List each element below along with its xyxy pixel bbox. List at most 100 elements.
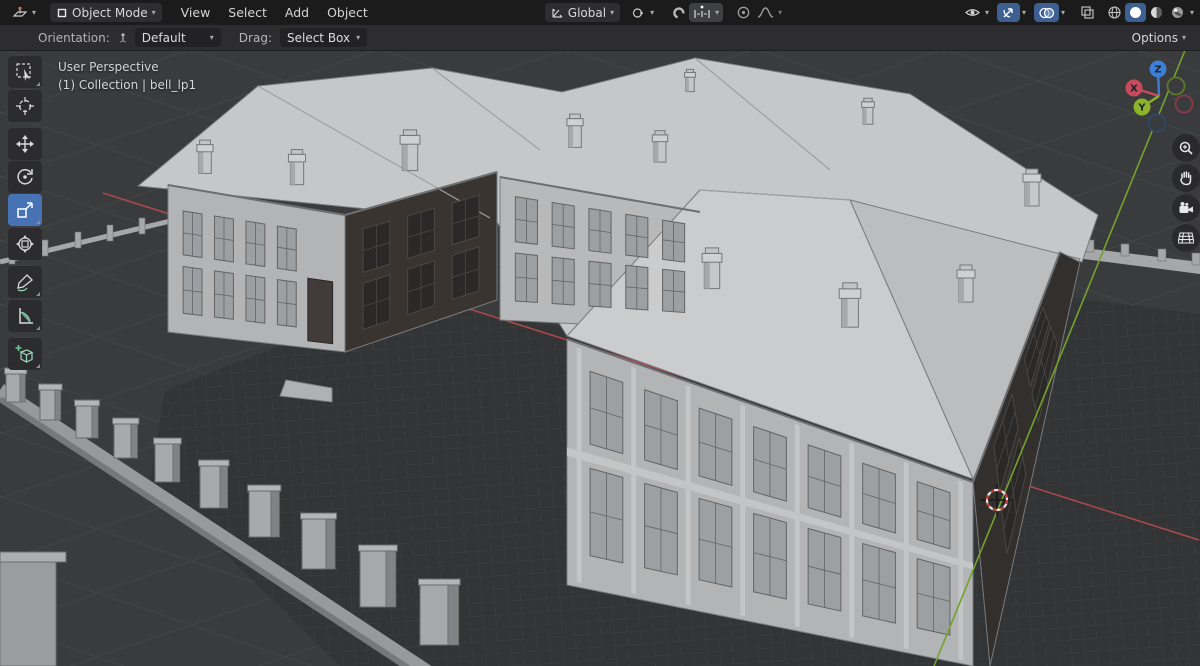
shading-rendered-button[interactable] <box>1167 3 1188 22</box>
ortho-toggle-button[interactable] <box>1172 224 1200 252</box>
falloff-curve-icon <box>757 7 774 18</box>
overlays-toggle[interactable] <box>1033 3 1059 22</box>
menu-add[interactable]: Add <box>276 0 318 25</box>
camera-icon <box>1179 201 1193 213</box>
fence-post <box>300 512 338 570</box>
gizmo-axis-label: Y <box>1137 103 1146 114</box>
tool-submenu-indicator <box>36 220 40 224</box>
fence-post <box>74 399 101 439</box>
chevron-down-icon: ▾ <box>1060 7 1065 17</box>
hand-icon <box>1180 171 1192 186</box>
gizmos-dropdown[interactable]: ▾ <box>1020 3 1028 22</box>
chimney <box>196 139 214 174</box>
chimney <box>838 282 862 328</box>
fence-post <box>41 239 49 257</box>
tool-submenu-indicator <box>36 82 40 86</box>
pilaster <box>958 480 964 661</box>
chevron-down-icon: ▾ <box>209 32 214 42</box>
gizmo-axis-ball[interactable] <box>1166 76 1186 96</box>
door <box>307 277 334 345</box>
menu-object[interactable]: Object <box>318 0 377 25</box>
chimney <box>287 149 307 186</box>
camera-view-button[interactable] <box>1172 194 1200 222</box>
tool-rotate[interactable] <box>8 161 42 193</box>
orientation-gizmo-icon <box>119 32 126 42</box>
tool-submenu-indicator <box>36 326 40 330</box>
tool-add-cube[interactable] <box>8 338 42 370</box>
gizmo-axis-ball[interactable] <box>1147 113 1167 133</box>
drag-select-value: Select Box <box>286 30 351 45</box>
chevron-down-icon: ▾ <box>1021 7 1026 17</box>
rotate-tool-icon <box>17 169 33 185</box>
tool-transform[interactable] <box>8 228 42 260</box>
fence-post <box>1120 243 1130 257</box>
shading-wireframe-button[interactable] <box>1104 3 1125 22</box>
fence-post <box>153 437 182 483</box>
viewport-3d-scene[interactable] <box>0 50 1200 666</box>
overlays-dropdown[interactable]: ▾ <box>1059 3 1067 22</box>
tool-scale[interactable] <box>8 194 42 226</box>
tool-submenu-indicator <box>36 364 40 368</box>
gizmo-axis-label: Z <box>1154 65 1161 76</box>
tool-select-box[interactable] <box>8 56 42 88</box>
tool-settings-bar: Orientation: Default ▾ Drag: Select Box … <box>0 25 1200 51</box>
chimney <box>684 68 696 93</box>
tool-cursor[interactable] <box>8 90 42 122</box>
zoom-icon <box>1179 141 1193 155</box>
proportional-editing-icon <box>737 6 750 19</box>
pivot-point-dropdown[interactable]: ▾ <box>626 3 660 22</box>
show-object-types-dropdown[interactable]: ▾ <box>961 3 992 22</box>
fence-post <box>38 383 63 421</box>
shading-solid-button[interactable] <box>1124 3 1146 22</box>
chimney <box>701 247 723 290</box>
add-cube-icon <box>15 345 34 364</box>
chimney <box>399 129 421 172</box>
tool-annotate[interactable] <box>8 266 42 298</box>
tool-measure[interactable] <box>8 300 42 332</box>
gizmo-axis-ball[interactable] <box>1174 94 1194 114</box>
orientation-select[interactable]: Default ▾ <box>134 28 221 47</box>
pilaster <box>794 423 800 628</box>
cursor-tool-icon <box>16 97 34 115</box>
orientation-select-value: Default <box>141 30 186 45</box>
menu-select[interactable]: Select <box>219 0 276 25</box>
proportional-editing-toggle[interactable] <box>733 3 754 22</box>
options-dropdown[interactable]: Options ▾ <box>1126 28 1192 47</box>
fence-post <box>4 367 28 403</box>
transform-tool-icon <box>16 235 34 253</box>
viewport-header: ▾ Object Mode ▾ View Select Add Object G… <box>0 0 1200 26</box>
transform-orientation-dropdown[interactable]: Global ▾ <box>544 3 621 22</box>
gizmo-axis-label: X <box>1130 84 1138 95</box>
gizmos-toggle[interactable] <box>996 3 1020 22</box>
pilaster <box>685 385 691 606</box>
shading-dropdown[interactable]: ▾ <box>1188 3 1196 22</box>
fence-post <box>358 544 398 608</box>
pivot-point-icon <box>632 7 643 18</box>
tool-move[interactable] <box>8 128 42 160</box>
xray-toggle[interactable] <box>1077 3 1098 22</box>
fence-post <box>112 417 140 459</box>
navigation-gizmo[interactable]: Z XY <box>1118 52 1200 134</box>
object-mode-icon <box>57 8 67 17</box>
chimney <box>1022 168 1042 207</box>
shading-material-button[interactable] <box>1146 3 1167 22</box>
chevron-down-icon: ▾ <box>984 7 989 17</box>
grid-icon <box>1178 232 1194 244</box>
menu-view[interactable]: View <box>172 0 220 25</box>
snap-toggle[interactable] <box>668 3 689 22</box>
zoom-button[interactable] <box>1172 134 1200 162</box>
editor-type-button[interactable]: ▾ <box>6 3 42 22</box>
drag-select[interactable]: Select Box ▾ <box>279 28 368 47</box>
orientation-value: Global <box>567 5 607 20</box>
snap-target-dropdown[interactable]: ▾ <box>689 3 724 22</box>
fence-post <box>138 217 146 235</box>
chevron-down-icon: ▾ <box>778 7 783 17</box>
annotate-pencil-icon <box>17 274 33 292</box>
drag-label: Drag: <box>238 30 272 45</box>
pan-button[interactable] <box>1172 164 1200 192</box>
chevron-down-icon: ▾ <box>715 7 720 17</box>
mode-dropdown[interactable]: Object Mode ▾ <box>50 3 162 22</box>
proportional-falloff-dropdown[interactable]: ▾ <box>754 3 785 22</box>
eye-icon <box>965 9 980 16</box>
pilaster <box>576 347 582 584</box>
